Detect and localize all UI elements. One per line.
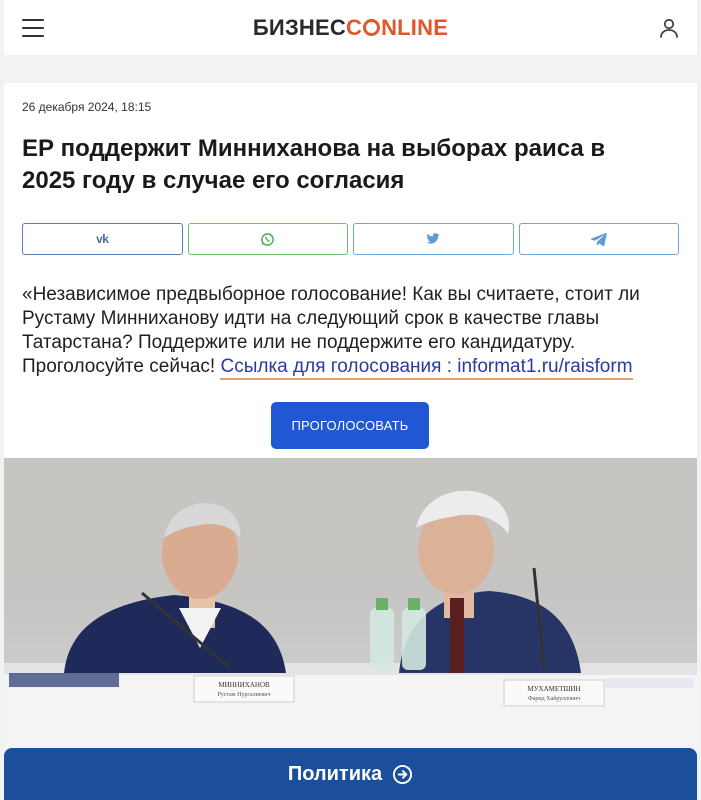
rubric-label: Политика (287, 762, 383, 785)
share-buttons: vk (22, 223, 679, 255)
rubric-politics-button[interactable]: Политика (4, 748, 697, 800)
site-logo[interactable]: БИЗНЕС С NLINE (253, 15, 448, 41)
hamburger-menu-icon[interactable] (22, 18, 44, 37)
share-vk-button[interactable]: vk (22, 223, 183, 255)
vote-button[interactable]: ПРОГОЛОСОВАТЬ (271, 402, 429, 449)
placard-left-name: МИННИХАНОВ (218, 681, 270, 689)
share-whatsapp-button[interactable] (187, 223, 348, 255)
article-date: 26 декабря 2024, 18:15 (22, 100, 152, 114)
site-header: БИЗНЕС С NLINE (4, 0, 697, 55)
article-title: ЕР поддержит Минниханова на выборах раис… (22, 135, 606, 194)
arrow-circle-right-icon (393, 764, 413, 784)
logo-text-part2: NLINE (381, 14, 449, 40)
share-telegram-button[interactable] (518, 223, 679, 255)
article-lead-quote: «Независимое предвыборное голосование! К… (22, 283, 682, 380)
placard-right-patronymic: Фарид Хайруллович (528, 695, 580, 702)
logo-text-part1: БИЗНЕС (252, 14, 346, 40)
twitter-icon (426, 233, 440, 244)
user-icon[interactable] (657, 16, 681, 40)
placard-left-patronymic: Рустам Нургалиевич (217, 692, 270, 698)
share-twitter-button[interactable] (353, 223, 514, 255)
placard-right-name: МУХАМЕТШИН (527, 685, 580, 693)
article-card: 26 декабря 2024, 18:15 ЕР поддержит Минн… (4, 83, 697, 800)
logo-ring (363, 19, 381, 36)
whatsapp-icon (261, 232, 275, 246)
vk-icon: vk (96, 232, 109, 246)
telegram-icon (590, 233, 607, 246)
voting-link[interactable]: Ссылка для голосования : informat1.ru/ra… (220, 356, 633, 380)
